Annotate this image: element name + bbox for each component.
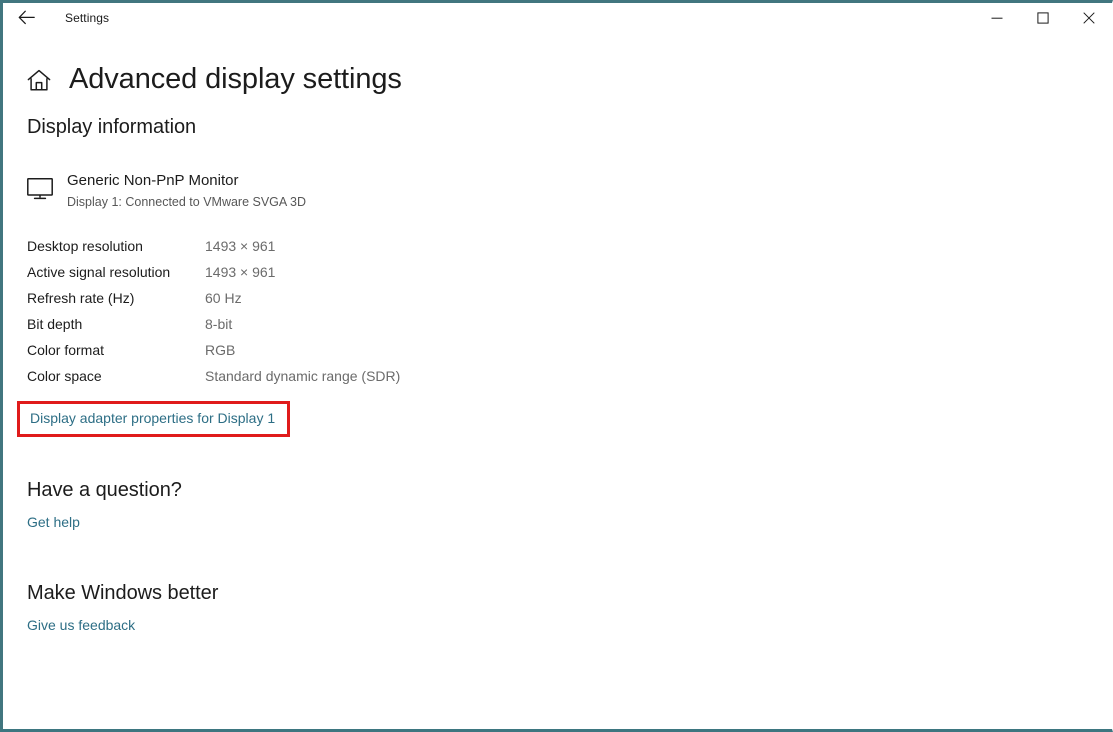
maximize-icon (1037, 11, 1049, 24)
info-value: RGB (205, 342, 236, 358)
get-help-link[interactable]: Get help (27, 514, 80, 530)
monitor-connection-info: Display 1: Connected to VMware SVGA 3D (67, 195, 307, 209)
info-value: Standard dynamic range (SDR) (205, 368, 401, 384)
give-feedback-row: Give us feedback (27, 616, 1112, 635)
info-value: 60 Hz (205, 290, 242, 306)
maximize-button[interactable] (1020, 3, 1066, 32)
close-icon (1083, 11, 1095, 24)
info-label: Active signal resolution (27, 264, 171, 280)
monitor-icon-glyph (27, 178, 53, 200)
give-us-feedback-link[interactable]: Give us feedback (27, 617, 135, 633)
display-information-heading: Display information (27, 116, 197, 138)
minimize-button[interactable] (974, 3, 1020, 32)
table-row: Refresh rate (Hz) 60 Hz (27, 285, 400, 311)
monitor-summary: Generic Non-PnP Monitor Display 1: Conne… (27, 171, 1112, 212)
get-help-row: Get help (27, 513, 1112, 532)
display-info-table: Desktop resolution 1493 × 961 Active sig… (27, 233, 400, 389)
make-windows-better-heading: Make Windows better (27, 582, 219, 604)
page-title: Advanced display settings (69, 63, 402, 96)
have-a-question-heading: Have a question? (27, 479, 182, 501)
info-value: 1493 × 961 (205, 238, 276, 254)
info-label: Color format (27, 342, 105, 358)
page-header: Advanced display settings (3, 58, 1112, 102)
info-label: Refresh rate (Hz) (27, 290, 135, 306)
adapter-link-highlight: Display adapter properties for Display 1 (17, 401, 291, 437)
monitor-icon (27, 173, 67, 205)
home-icon[interactable] (25, 66, 53, 94)
home-icon-glyph (27, 69, 51, 91)
window-controls (974, 3, 1112, 32)
table-row: Color format RGB (27, 337, 400, 363)
settings-window: Settings Advanced display settings Displ… (0, 0, 1113, 732)
table-row: Active signal resolution 1493 × 961 (27, 259, 400, 285)
display-info-table-body: Desktop resolution 1493 × 961 Active sig… (27, 233, 400, 389)
back-button[interactable] (3, 3, 49, 32)
info-label: Color space (27, 368, 102, 384)
monitor-name: Generic Non-PnP Monitor (67, 172, 239, 189)
info-value: 1493 × 961 (205, 264, 276, 280)
content-area: Display information Generic Non-PnP Moni… (3, 102, 1112, 635)
monitor-text-block: Generic Non-PnP Monitor Display 1: Conne… (67, 171, 306, 212)
close-button[interactable] (1066, 3, 1112, 32)
display-adapter-properties-link[interactable]: Display adapter properties for Display 1 (30, 410, 275, 426)
table-row: Color space Standard dynamic range (SDR) (27, 363, 400, 389)
window-title: Settings (65, 10, 110, 25)
info-value: 8-bit (205, 316, 233, 332)
info-label: Desktop resolution (27, 238, 143, 254)
table-row: Bit depth 8-bit (27, 311, 400, 337)
table-row: Desktop resolution 1493 × 961 (27, 233, 400, 259)
title-bar: Settings (3, 3, 1112, 32)
back-arrow-icon (18, 10, 35, 25)
minimize-icon (991, 17, 1003, 19)
info-label: Bit depth (27, 316, 83, 332)
